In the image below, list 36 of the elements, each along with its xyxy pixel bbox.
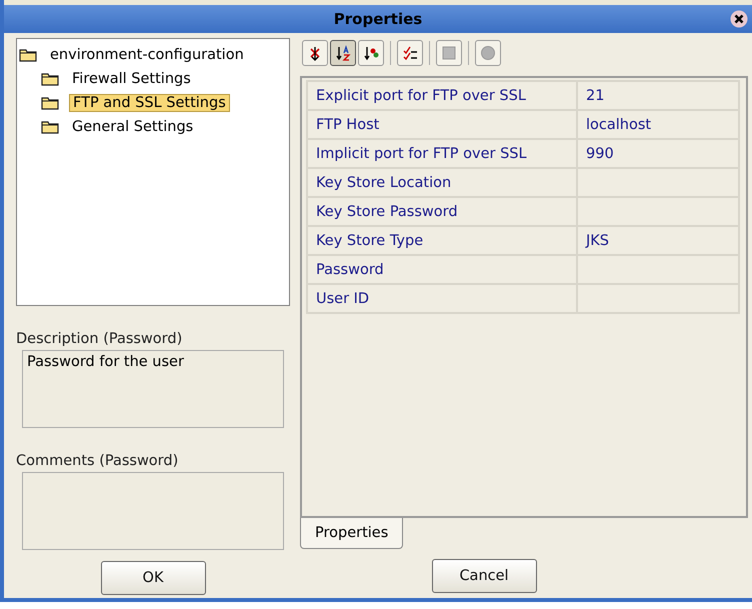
property-name: Explicit port for FTP over SSL <box>307 81 577 110</box>
ok-button[interactable]: OK <box>100 561 206 595</box>
property-name: Password <box>307 255 577 284</box>
folder-icon <box>41 96 59 110</box>
property-name: Key Store Type <box>307 226 577 255</box>
property-value[interactable]: 21 <box>577 81 739 110</box>
toolbar-button[interactable] <box>302 40 328 66</box>
sort-icon <box>336 45 351 61</box>
tree-item[interactable]: General Settings <box>69 119 196 135</box>
property-value[interactable]: localhost <box>577 110 739 139</box>
property-name: Implicit port for FTP over SSL <box>307 139 577 168</box>
window-title: Properties <box>334 10 422 28</box>
property-name: Key Store Location <box>307 168 577 197</box>
folder-icon <box>41 120 59 134</box>
description-field[interactable]: Password for the user <box>22 350 284 428</box>
tree-item[interactable]: FTP and SSL Settings <box>69 94 230 112</box>
toolbar-button[interactable] <box>358 40 384 66</box>
comments-label: Comments (Password) <box>16 453 180 469</box>
description-label: Description (Password) <box>16 331 184 347</box>
tab[interactable]: Properties <box>300 518 404 549</box>
folder-icon <box>19 48 37 62</box>
folder-icon <box>41 72 59 86</box>
tree-item[interactable]: Firewall Settings <box>69 71 194 87</box>
property-name: Key Store Password <box>307 197 577 226</box>
property-name: FTP Host <box>307 110 577 139</box>
property-value[interactable]: 990 <box>577 139 739 168</box>
checklist-icon <box>403 46 418 60</box>
grid-icon <box>442 46 456 60</box>
property-name: User ID <box>307 284 577 313</box>
cancel-button[interactable]: Cancel <box>432 559 536 593</box>
collapse-icon <box>310 46 320 61</box>
comments-field[interactable] <box>22 472 284 550</box>
property-value[interactable]: JKS <box>577 226 739 255</box>
toolbar-button[interactable] <box>330 40 356 66</box>
close-icon[interactable] <box>730 10 748 28</box>
tree-item[interactable]: environment-configuration <box>47 47 247 63</box>
